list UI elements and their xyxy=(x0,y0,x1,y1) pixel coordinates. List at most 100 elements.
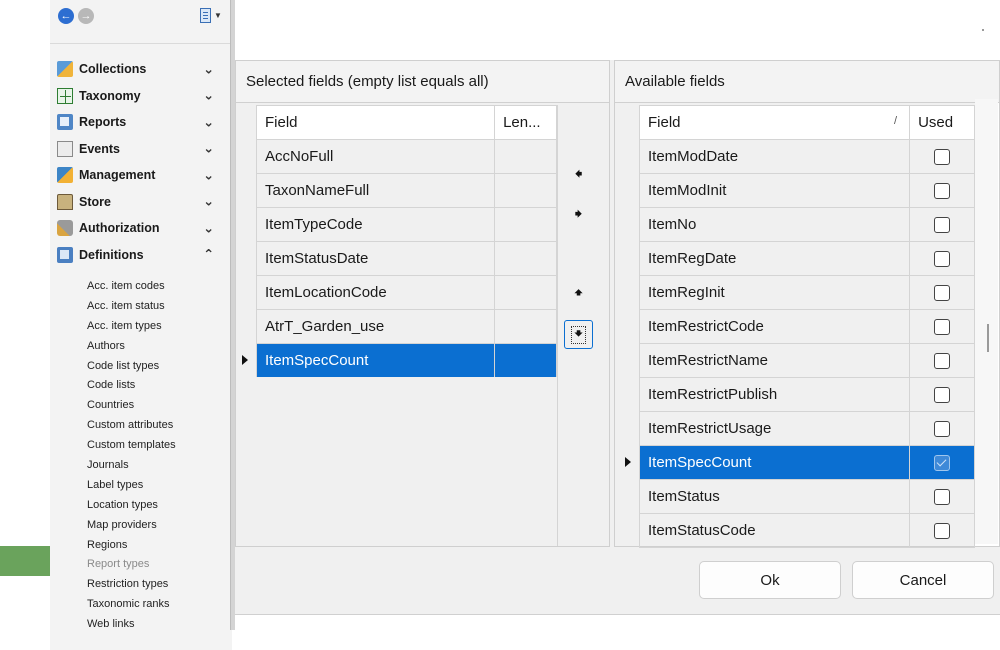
field-cell[interactable]: ItemNo xyxy=(638,207,911,242)
field-cell[interactable]: AtrT_Garden_use xyxy=(255,309,496,344)
used-cell[interactable] xyxy=(909,275,975,310)
table-row[interactable]: TaxonNameFull xyxy=(255,173,557,208)
field-cell[interactable]: ItemLocationCode xyxy=(255,275,496,310)
sidebar-item-acc-item-types[interactable]: Acc. item types xyxy=(50,317,232,337)
add-field-button[interactable]: 🠸 xyxy=(564,162,593,191)
used-cell[interactable] xyxy=(909,445,975,480)
field-cell[interactable]: TaxonNameFull xyxy=(255,173,496,208)
sidebar-item-location-types[interactable]: Location types xyxy=(50,496,232,516)
field-cell[interactable]: AccNoFull xyxy=(255,139,496,174)
field-cell[interactable]: ItemSpecCount xyxy=(255,343,496,378)
field-cell[interactable]: ItemSpecCount xyxy=(638,445,911,480)
length-cell[interactable] xyxy=(494,207,557,242)
sidebar-group-store[interactable]: Store ⌄ xyxy=(50,189,232,216)
sidebar-group-authorization[interactable]: Authorization ⌄ xyxy=(50,215,232,242)
chevron-down-icon[interactable]: ⌄ xyxy=(203,220,214,236)
field-cell[interactable]: ItemRestrictName xyxy=(638,343,911,378)
sidebar-item-regions[interactable]: Regions xyxy=(50,536,232,556)
used-checkbox[interactable] xyxy=(934,455,951,472)
table-row[interactable]: AtrT_Garden_use xyxy=(255,309,557,344)
table-row[interactable]: ItemRegInit xyxy=(638,275,975,310)
length-cell[interactable] xyxy=(494,309,557,344)
length-cell[interactable] xyxy=(494,275,557,310)
field-cell[interactable]: ItemRestrictPublish xyxy=(638,377,911,412)
scrollbar-thumb[interactable] xyxy=(987,324,989,352)
sidebar-item-authors[interactable]: Authors xyxy=(50,337,232,357)
table-row[interactable]: ItemModInit xyxy=(638,173,975,208)
table-row[interactable]: ItemModDate xyxy=(638,139,975,174)
sidebar-group-collections[interactable]: Collections ⌄ xyxy=(50,56,232,83)
used-checkbox[interactable] xyxy=(934,319,951,336)
chevron-down-icon[interactable]: ⌄ xyxy=(203,114,214,130)
sidebar-group-reports[interactable]: Reports ⌄ xyxy=(50,109,232,136)
table-row[interactable]: ItemStatusCode xyxy=(638,513,975,548)
used-checkbox[interactable] xyxy=(934,149,951,166)
sidebar-item-code-list-types[interactable]: Code list types xyxy=(50,357,232,377)
used-cell[interactable] xyxy=(909,207,975,242)
document-menu-button[interactable]: ▼ xyxy=(200,5,226,25)
field-cell[interactable]: ItemModDate xyxy=(638,139,911,174)
sidebar-item-custom-templates[interactable]: Custom templates xyxy=(50,436,232,456)
used-checkbox[interactable] xyxy=(934,387,951,404)
cancel-button[interactable]: Cancel xyxy=(852,561,994,599)
table-row[interactable]: ItemSpecCount xyxy=(255,343,557,378)
used-cell[interactable] xyxy=(909,377,975,412)
sidebar-item-custom-attributes[interactable]: Custom attributes xyxy=(50,416,232,436)
table-row[interactable]: ItemSpecCount xyxy=(638,445,975,480)
field-cell[interactable]: ItemStatus xyxy=(638,479,911,514)
column-header-used[interactable]: Used xyxy=(909,105,975,140)
table-row[interactable]: ItemRestrictPublish xyxy=(638,377,975,412)
used-checkbox[interactable] xyxy=(934,183,951,200)
table-row[interactable]: ItemRegDate xyxy=(638,241,975,276)
sidebar-item-restriction-types[interactable]: Restriction types xyxy=(50,575,232,595)
used-cell[interactable] xyxy=(909,241,975,276)
column-header-length[interactable]: Len... xyxy=(494,105,557,140)
move-down-button[interactable]: 🠻 xyxy=(564,320,593,349)
field-cell[interactable]: ItemStatusCode xyxy=(638,513,911,548)
sidebar-group-events[interactable]: Events ⌄ xyxy=(50,136,232,163)
chevron-down-icon[interactable]: ⌄ xyxy=(203,61,214,77)
table-row[interactable]: ItemRestrictUsage xyxy=(638,411,975,446)
sidebar-item-acc-item-codes[interactable]: Acc. item codes xyxy=(50,277,232,297)
table-row[interactable]: ItemRestrictName xyxy=(638,343,975,378)
sidebar-item-report-types[interactable]: Report types xyxy=(50,555,232,575)
length-cell[interactable] xyxy=(494,173,557,208)
used-cell[interactable] xyxy=(909,411,975,446)
sidebar-item-taxonomic-ranks[interactable]: Taxonomic ranks xyxy=(50,595,232,615)
sidebar-item-acc-item-status[interactable]: Acc. item status xyxy=(50,297,232,317)
table-row[interactable]: ItemTypeCode xyxy=(255,207,557,242)
remove-field-button[interactable]: 🠺 xyxy=(564,202,593,231)
table-row[interactable]: ItemLocationCode xyxy=(255,275,557,310)
sidebar-item-code-lists[interactable]: Code lists xyxy=(50,376,232,396)
used-cell[interactable] xyxy=(909,173,975,208)
used-checkbox[interactable] xyxy=(934,353,951,370)
chevron-up-icon[interactable]: ⌃ xyxy=(203,247,214,262)
length-cell[interactable] xyxy=(494,241,557,276)
chevron-down-icon[interactable]: ⌄ xyxy=(203,167,214,183)
field-cell[interactable]: ItemTypeCode xyxy=(255,207,496,242)
table-row[interactable]: ItemStatus xyxy=(638,479,975,514)
used-checkbox[interactable] xyxy=(934,523,951,540)
used-cell[interactable] xyxy=(909,343,975,378)
field-cell[interactable]: ItemModInit xyxy=(638,173,911,208)
table-row[interactable]: AccNoFull xyxy=(255,139,557,174)
sidebar-item-label-types[interactable]: Label types xyxy=(50,476,232,496)
sidebar-group-taxonomy[interactable]: Taxonomy ⌄ xyxy=(50,83,232,110)
back-icon[interactable]: ← xyxy=(58,8,74,24)
table-row[interactable]: ItemRestrictCode xyxy=(638,309,975,344)
chevron-down-icon[interactable]: ⌄ xyxy=(203,141,214,156)
field-cell[interactable]: ItemRegDate xyxy=(638,241,911,276)
field-cell[interactable]: ItemStatusDate xyxy=(255,241,496,276)
used-cell[interactable] xyxy=(909,513,975,548)
length-cell[interactable] xyxy=(494,139,557,174)
column-header-field[interactable]: Field xyxy=(255,105,496,140)
sidebar-group-definitions[interactable]: Definitions ⌃ xyxy=(50,242,232,269)
field-cell[interactable]: ItemRegInit xyxy=(638,275,911,310)
field-cell[interactable]: ItemRestrictCode xyxy=(638,309,911,344)
used-checkbox[interactable] xyxy=(934,421,951,438)
ok-button[interactable]: Ok xyxy=(699,561,841,599)
length-cell[interactable] xyxy=(494,343,557,378)
chevron-down-icon[interactable]: ⌄ xyxy=(203,88,214,103)
available-fields-scrollbar[interactable] xyxy=(975,99,998,544)
used-cell[interactable] xyxy=(909,139,975,174)
